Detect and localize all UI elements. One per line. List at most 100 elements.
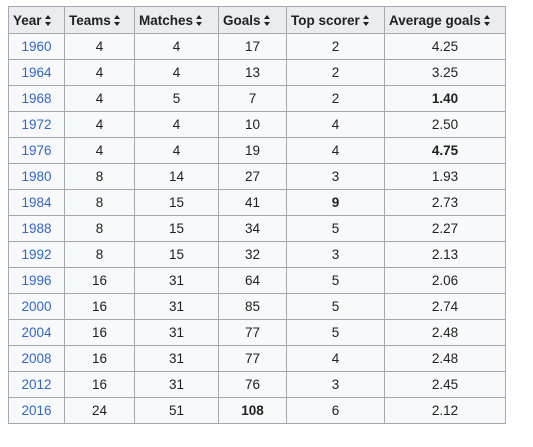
cell-goals: 85	[218, 293, 287, 320]
cell-year[interactable]: 1984	[8, 189, 65, 216]
cell-teams: 16	[64, 371, 135, 398]
cell-teams: 4	[64, 85, 135, 112]
header-label: Top scorer	[291, 12, 360, 28]
cell-matches: 15	[134, 189, 219, 216]
cell-year[interactable]: 1996	[8, 267, 65, 294]
cell-average-goals: 2.73	[384, 189, 506, 216]
cell-top-scorer: 9	[286, 189, 385, 216]
sort-icon[interactable]	[196, 14, 203, 26]
sort-icon[interactable]	[113, 14, 121, 26]
cell-goals: 13	[218, 59, 287, 86]
cell-top-scorer: 4	[286, 111, 385, 138]
cell-year[interactable]: 1972	[8, 111, 65, 138]
cell-goals: 17	[218, 33, 287, 60]
cell-year[interactable]: 2000	[8, 293, 65, 320]
cell-year[interactable]: 1964	[8, 59, 65, 86]
table-row: 1968 4 5 7 2 1.40	[8, 85, 506, 112]
cell-average-goals: 2.27	[384, 215, 506, 242]
cell-year[interactable]: 2012	[8, 371, 65, 398]
cell-matches: 14	[134, 163, 219, 190]
cell-teams: 4	[64, 111, 135, 138]
cell-year[interactable]: 1968	[8, 85, 65, 112]
cell-year[interactable]: 1960	[8, 33, 65, 60]
cell-top-scorer: 2	[286, 59, 385, 86]
cell-teams: 4	[64, 59, 135, 86]
cell-teams: 16	[64, 293, 135, 320]
table-row: 2004 16 31 77 5 2.48	[8, 319, 506, 346]
cell-teams: 16	[64, 319, 135, 346]
table-row: 1988 8 15 34 5 2.27	[8, 215, 506, 242]
table-row: 1964 4 4 13 2 3.25	[8, 59, 506, 86]
header-year[interactable]: Year	[8, 6, 65, 34]
table-row: 1992 8 15 32 3 2.13	[8, 241, 506, 268]
header-matches[interactable]: Matches	[134, 6, 219, 34]
header-label: Goals	[223, 12, 261, 28]
cell-year[interactable]: 1980	[8, 163, 65, 190]
cell-goals: 64	[218, 267, 287, 294]
cell-year[interactable]: 2008	[8, 345, 65, 372]
cell-matches: 4	[134, 111, 219, 138]
cell-matches: 31	[134, 345, 219, 372]
cell-teams: 8	[64, 163, 135, 190]
cell-year[interactable]: 1992	[8, 241, 65, 268]
table-row: 1980 8 14 27 3 1.93	[8, 163, 506, 190]
sort-icon[interactable]	[263, 14, 271, 26]
cell-matches: 15	[134, 241, 219, 268]
cell-teams: 4	[64, 33, 135, 60]
sort-icon[interactable]	[44, 14, 52, 26]
cell-top-scorer: 6	[286, 397, 385, 424]
results-table-container: Year Teams Matches Goals Top scorer Aver…	[8, 6, 506, 424]
table-row: 1960 4 4 17 2 4.25	[8, 33, 506, 60]
header-teams[interactable]: Teams	[64, 6, 135, 34]
table-row: 1984 8 15 41 9 2.73	[8, 189, 506, 216]
table-body: 1960 4 4 17 2 4.25 1964 4 4 13 2 3.25 1968 4 5 7 2 1.40 19…	[8, 33, 506, 424]
header-top-scorer[interactable]: Top scorer	[286, 6, 385, 34]
cell-average-goals: 1.93	[384, 163, 506, 190]
cell-average-goals: 2.50	[384, 111, 506, 138]
cell-year[interactable]: 2016	[8, 397, 65, 424]
cell-matches: 31	[134, 319, 219, 346]
cell-average-goals: 2.13	[384, 241, 506, 268]
sort-icon[interactable]	[483, 14, 491, 26]
cell-year[interactable]: 2004	[8, 319, 65, 346]
header-average-goals[interactable]: Average goals	[384, 6, 506, 34]
cell-teams: 24	[64, 397, 135, 424]
cell-teams: 4	[64, 137, 135, 164]
header-label: Matches	[139, 12, 194, 28]
cell-average-goals: 2.74	[384, 293, 506, 320]
cell-goals: 19	[218, 137, 287, 164]
cell-top-scorer: 5	[286, 215, 385, 242]
tournament-stats-table: Year Teams Matches Goals Top scorer Aver…	[8, 6, 506, 424]
cell-top-scorer: 3	[286, 241, 385, 268]
cell-teams: 16	[64, 267, 135, 294]
cell-goals: 76	[218, 371, 287, 398]
cell-top-scorer: 4	[286, 345, 385, 372]
cell-average-goals: 4.25	[384, 33, 506, 60]
cell-year[interactable]: 1988	[8, 215, 65, 242]
cell-average-goals: 4.75	[384, 137, 506, 164]
table-row: 1972 4 4 10 4 2.50	[8, 111, 506, 138]
cell-matches: 4	[134, 33, 219, 60]
cell-matches: 5	[134, 85, 219, 112]
table-row: 1996 16 31 64 5 2.06	[8, 267, 506, 294]
header-goals[interactable]: Goals	[218, 6, 287, 34]
cell-year[interactable]: 1976	[8, 137, 65, 164]
sort-icon[interactable]	[362, 14, 370, 26]
cell-top-scorer: 2	[286, 85, 385, 112]
cell-top-scorer: 3	[286, 371, 385, 398]
cell-matches: 15	[134, 215, 219, 242]
cell-top-scorer: 2	[286, 33, 385, 60]
cell-average-goals: 1.40	[384, 85, 506, 112]
cell-goals: 10	[218, 111, 287, 138]
cell-matches: 31	[134, 371, 219, 398]
cell-goals: 32	[218, 241, 287, 268]
cell-matches: 4	[134, 137, 219, 164]
cell-average-goals: 2.45	[384, 371, 506, 398]
cell-top-scorer: 4	[286, 137, 385, 164]
table-row: 2012 16 31 76 3 2.45	[8, 371, 506, 398]
header-label: Teams	[69, 12, 111, 28]
cell-average-goals: 2.06	[384, 267, 506, 294]
cell-goals: 34	[218, 215, 287, 242]
cell-goals: 41	[218, 189, 287, 216]
cell-teams: 8	[64, 215, 135, 242]
